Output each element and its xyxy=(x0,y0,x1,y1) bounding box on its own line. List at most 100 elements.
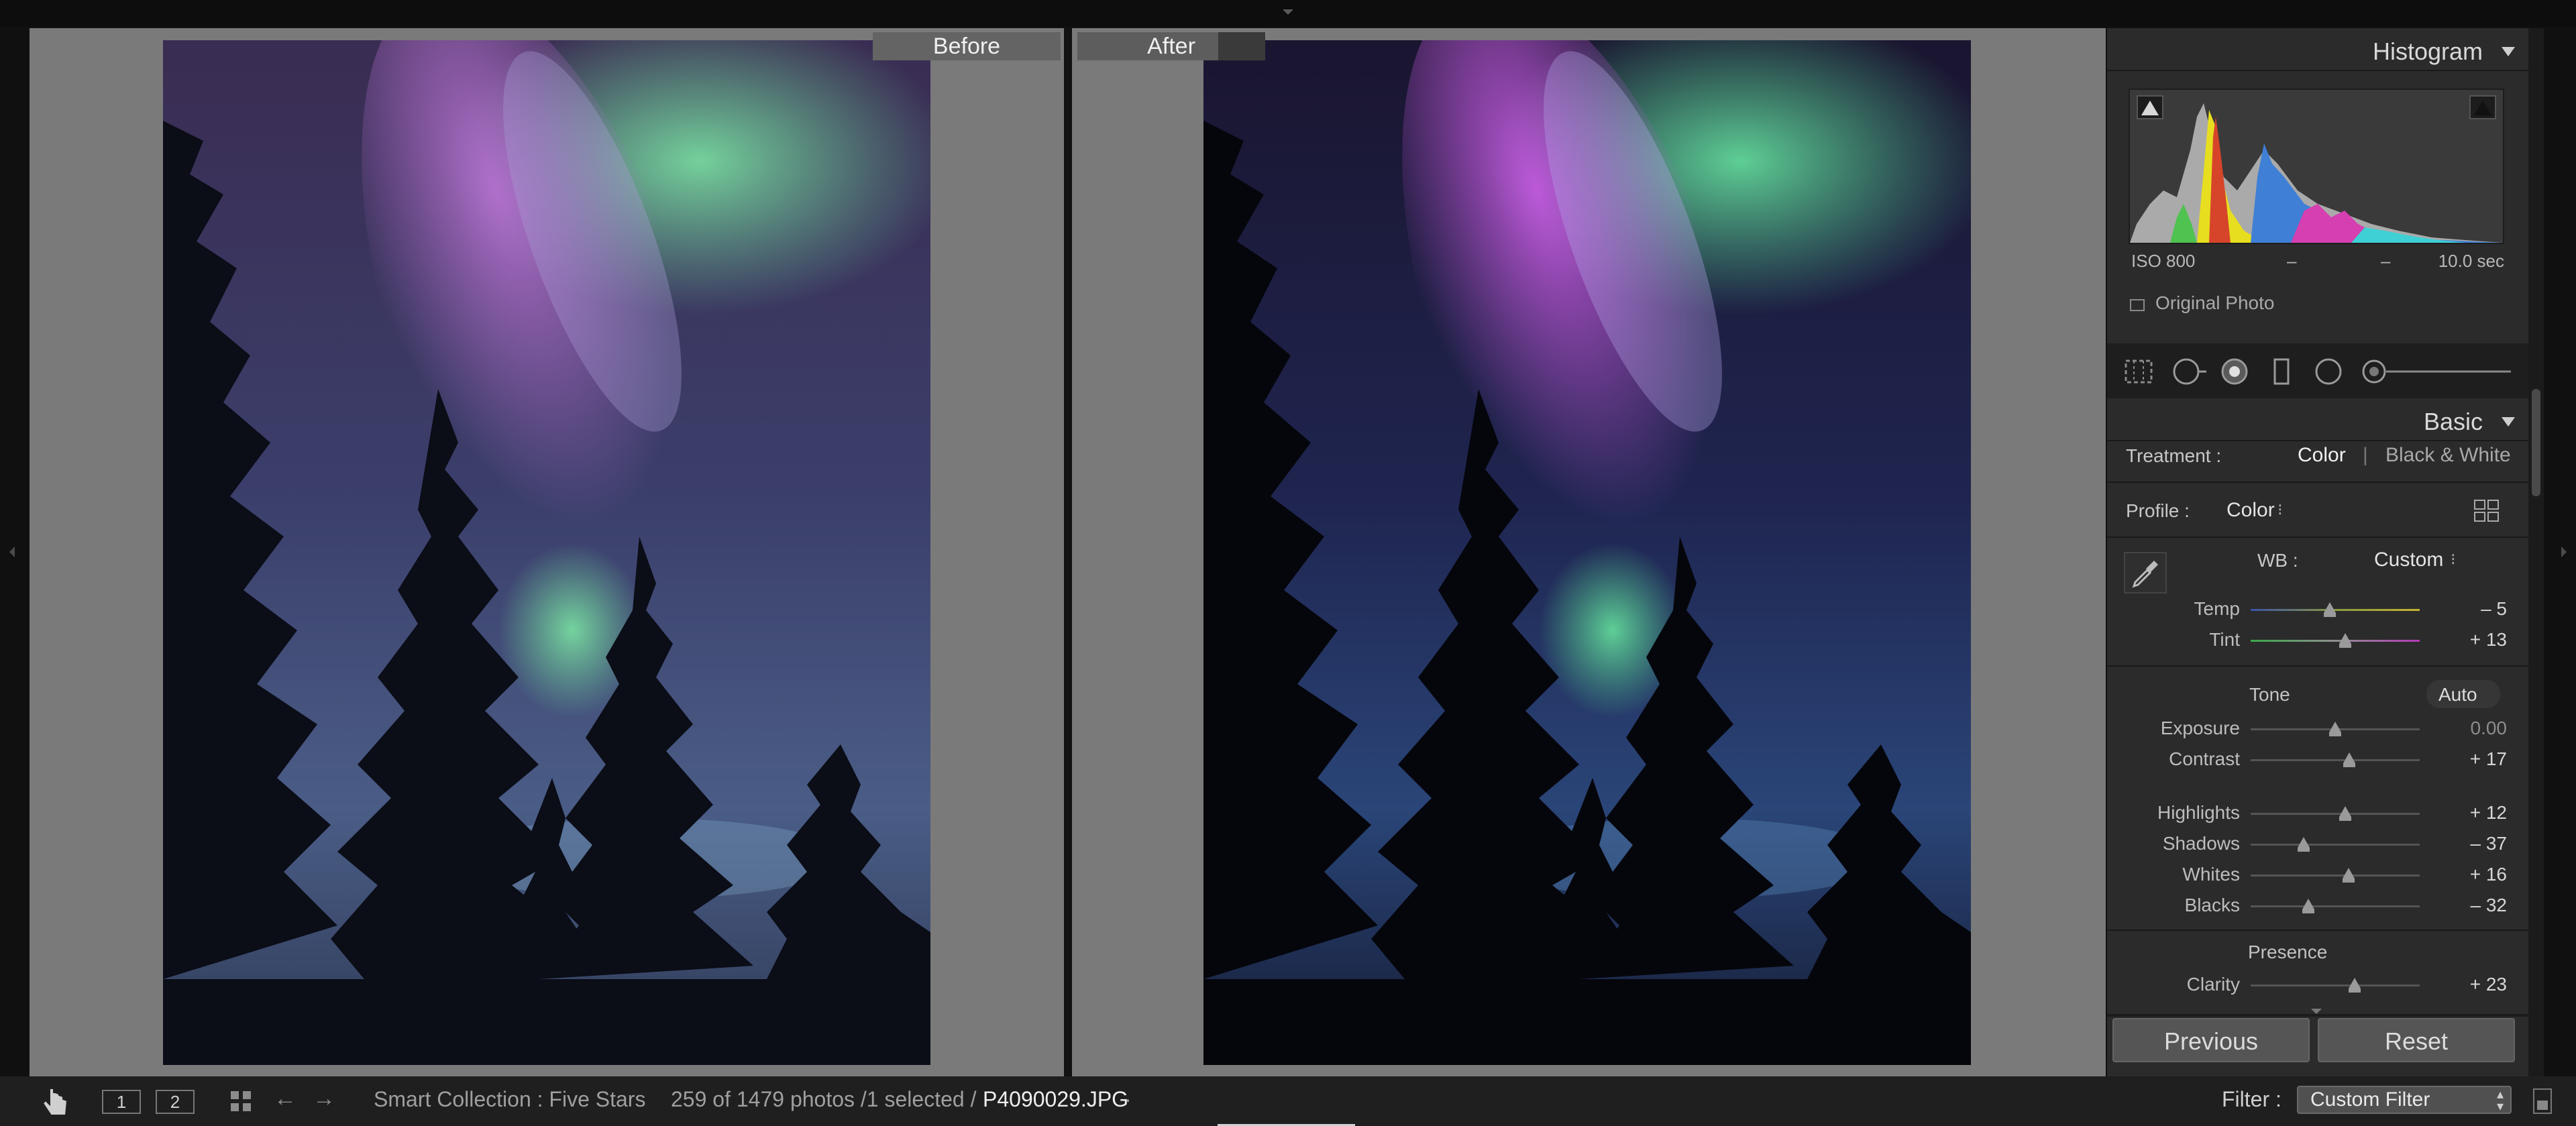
reset-button[interactable]: Reset xyxy=(2318,1018,2515,1062)
before-pane[interactable]: Before xyxy=(30,28,1064,1076)
basic-title: Basic xyxy=(2423,408,2483,435)
tint-thumb[interactable] xyxy=(2339,633,2352,648)
tone-label: Tone xyxy=(2249,684,2290,705)
touch-hand-icon[interactable] xyxy=(40,1086,71,1118)
blacks-value[interactable]: – 32 xyxy=(2471,895,2508,916)
top-panel-bar xyxy=(0,0,2576,27)
whites-slider[interactable]: Whites + 16 xyxy=(2107,861,2528,891)
filename-menu-icon[interactable]: · xyxy=(1124,1087,1132,1112)
after-label-accent xyxy=(1218,32,1265,60)
shadow-clipping-toggle[interactable] xyxy=(2137,95,2163,119)
shadows-value[interactable]: – 37 xyxy=(2471,833,2508,854)
whites-thumb[interactable] xyxy=(2343,868,2355,883)
histogram-header[interactable]: Histogram xyxy=(2107,28,2528,71)
go-forward-icon[interactable]: → xyxy=(313,1086,335,1112)
exposure-value[interactable]: 0.00 xyxy=(2471,718,2508,739)
exposure-slider[interactable]: Exposure 0.00 xyxy=(2107,715,2528,744)
filter-lock-icon[interactable] xyxy=(2533,1088,2552,1114)
temp-value[interactable]: – 5 xyxy=(2481,598,2507,620)
clarity-track[interactable] xyxy=(2251,984,2420,987)
right-panel-scrollbar[interactable] xyxy=(2528,28,2544,1076)
whites-track[interactable] xyxy=(2251,875,2420,877)
highlights-track[interactable] xyxy=(2251,813,2420,815)
whites-value[interactable]: + 16 xyxy=(2470,864,2507,885)
source-label[interactable]: Smart Collection : Five Stars xyxy=(374,1087,645,1112)
red-eye-icon[interactable] xyxy=(2218,357,2251,386)
tint-track[interactable] xyxy=(2251,640,2420,642)
tool-strip xyxy=(2107,343,2528,398)
clarity-thumb[interactable] xyxy=(2348,978,2361,993)
treatment-color-option[interactable]: Color xyxy=(2298,444,2346,467)
clarity-value[interactable]: + 23 xyxy=(2470,974,2507,995)
second-window-button[interactable]: 2 xyxy=(156,1090,195,1114)
filmstrip-toolbar: 1 2 ← → Smart Collection : Five Stars 25… xyxy=(0,1076,2576,1126)
blacks-track[interactable] xyxy=(2251,905,2420,907)
tint-value[interactable]: + 13 xyxy=(2470,629,2507,651)
wb-select[interactable]: Custom xyxy=(2374,549,2443,571)
separator xyxy=(2107,482,2528,483)
show-right-panel-icon[interactable] xyxy=(2561,547,2567,557)
treatment-bw-option[interactable]: Black & White xyxy=(2385,444,2511,467)
contrast-track[interactable] xyxy=(2251,759,2420,761)
highlights-slider[interactable]: Highlights + 12 xyxy=(2107,799,2528,829)
contrast-value[interactable]: + 17 xyxy=(2470,748,2507,770)
highlights-value[interactable]: + 12 xyxy=(2470,802,2507,824)
contrast-slider[interactable]: Contrast + 17 xyxy=(2107,746,2528,775)
graduated-filter-icon[interactable] xyxy=(2268,357,2295,386)
exposure-thumb[interactable] xyxy=(2329,722,2341,736)
separator xyxy=(2107,1014,2528,1017)
adjustment-brush-icon[interactable] xyxy=(2359,357,2514,386)
histogram-collapse-icon[interactable] xyxy=(2502,47,2515,56)
separator xyxy=(2107,665,2528,667)
whites-label: Whites xyxy=(2182,864,2240,885)
tint-slider[interactable]: Tint + 13 xyxy=(2107,626,2528,656)
profile-browser-icon[interactable] xyxy=(2473,499,2500,523)
shadows-slider[interactable]: Shadows – 37 xyxy=(2107,830,2528,860)
filename-label[interactable]: P4090029.JPG xyxy=(983,1087,1128,1112)
profile-stepper-icon[interactable]: ⁝ xyxy=(2277,500,2283,520)
highlight-clipping-toggle[interactable] xyxy=(2469,95,2496,119)
separator xyxy=(2107,537,2528,538)
histogram-chart[interactable] xyxy=(2129,89,2504,244)
after-photo xyxy=(1203,40,1971,1065)
right-panel-scroll-thumb[interactable] xyxy=(2532,389,2540,496)
highlights-label: Highlights xyxy=(2157,802,2240,823)
shadow-clipping-icon xyxy=(2141,101,2159,115)
auto-tone-button[interactable]: Auto xyxy=(2426,680,2500,708)
blacks-slider[interactable]: Blacks – 32 xyxy=(2107,892,2528,921)
radial-filter-icon[interactable] xyxy=(2312,357,2345,386)
main-window-button[interactable]: 1 xyxy=(102,1090,141,1114)
spot-removal-icon[interactable] xyxy=(2170,357,2208,386)
original-photo-checkbox[interactable] xyxy=(2130,299,2145,311)
previous-button[interactable]: Previous xyxy=(2112,1018,2310,1062)
shutter-value: 10.0 sec xyxy=(2438,251,2504,271)
temp-label: Temp xyxy=(2194,598,2240,619)
focal-length-value: – xyxy=(2287,251,2297,271)
grid-view-icon[interactable] xyxy=(229,1090,252,1113)
highlights-thumb[interactable] xyxy=(2339,806,2352,821)
temp-thumb[interactable] xyxy=(2324,602,2337,617)
wb-label: WB : xyxy=(2257,550,2298,571)
wb-stepper-icon[interactable]: ⁝ xyxy=(2451,550,2456,569)
white-balance-eyedropper-icon[interactable] xyxy=(2123,551,2167,594)
panel-scroll-down-icon[interactable] xyxy=(2311,1009,2322,1014)
blacks-thumb[interactable] xyxy=(2302,899,2314,913)
contrast-label: Contrast xyxy=(2169,748,2240,769)
after-pane[interactable]: After xyxy=(1072,28,2106,1076)
filter-value: Custom Filter xyxy=(2310,1088,2430,1111)
clarity-slider[interactable]: Clarity + 23 xyxy=(2107,971,2528,1001)
highlight-clipping-icon xyxy=(2474,101,2491,115)
crop-overlay-icon[interactable] xyxy=(2122,357,2155,386)
filter-select[interactable]: Custom Filter ▴ ▾ xyxy=(2297,1086,2512,1114)
shadows-track[interactable] xyxy=(2251,844,2420,846)
basic-collapse-icon[interactable] xyxy=(2502,417,2515,427)
contrast-thumb[interactable] xyxy=(2343,752,2356,767)
presence-label: Presence xyxy=(2248,942,2328,962)
show-left-panel-icon[interactable] xyxy=(9,547,15,557)
temp-slider[interactable]: Temp – 5 xyxy=(2107,596,2528,625)
show-top-panel-icon[interactable] xyxy=(1283,9,1293,15)
basic-header[interactable]: Basic xyxy=(2107,398,2528,441)
profile-select[interactable]: Color xyxy=(2226,499,2275,522)
go-back-icon[interactable]: ← xyxy=(274,1086,297,1112)
shadows-thumb[interactable] xyxy=(2298,837,2310,852)
